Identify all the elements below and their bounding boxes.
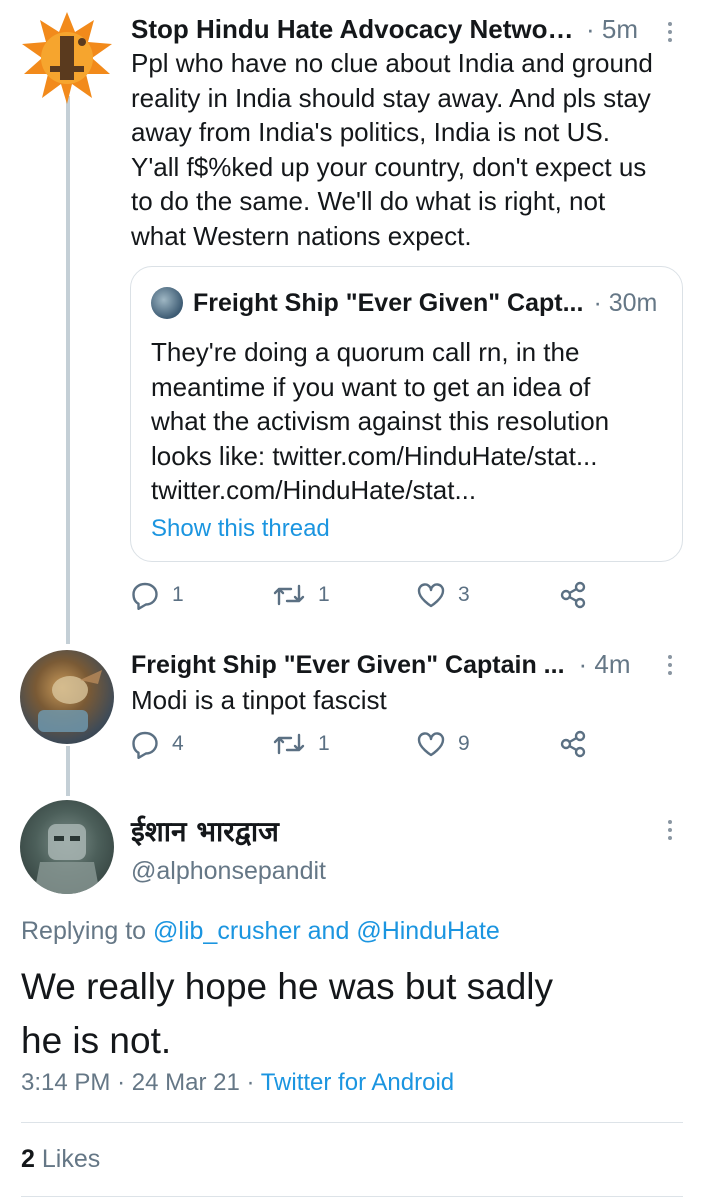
main-tweet-text-line: he is not. [21,1020,172,1061]
likes-count: 2 [21,1145,35,1173]
share-icon [560,581,586,609]
tweet1-text: Ppl who have no clue about India and gro… [131,46,653,253]
avatar-stop-hindu-hate[interactable] [20,10,114,104]
avatar-image [38,670,102,732]
tweet1-author-name[interactable]: Stop Hindu Hate Advocacy Networ... [131,14,576,45]
tweet2-timestamp[interactable]: · 4m [579,649,631,680]
retweet-icon [273,733,305,755]
tweet2-header: Freight Ship "Ever Given" Captain ... · … [131,649,661,680]
reply-mention-hinduhate[interactable]: @HinduHate [356,917,500,945]
quoted-tweet-avatar [151,287,183,319]
quoted-tweet-text-line: They're doing a quorum call rn, in the [151,337,580,367]
tweet1-header: Stop Hindu Hate Advocacy Networ... · 5m [131,14,661,45]
quoted-tweet-text: They're doing a quorum call rn, in the m… [151,335,609,508]
quoted-tweet-link[interactable]: twitter.com/HinduHate/stat... [151,473,609,508]
reply-button[interactable]: 4 [130,729,184,759]
retweet-button[interactable]: 1 [272,729,330,759]
divider [21,1196,683,1197]
quoted-tweet-header: Freight Ship "Ever Given" Capt... · 30m [151,287,657,319]
tweet2-text: Modi is a tinpot fascist [131,685,387,715]
quoted-tweet-text-line: what the activism against this resolutio… [151,406,610,436]
tweet1-text-line: to do the same. We'll do what is right, … [131,186,606,216]
tweet1-text-line: Ppl who have no clue about India and gro… [131,48,653,78]
show-this-thread-link[interactable]: Show this thread [151,515,330,543]
likes-summary[interactable]: 2 Likes [21,1145,100,1174]
tweet2-actions: 4 1 9 [130,729,690,769]
tweet1-more-icon[interactable] [666,22,674,42]
retweet-count: 1 [318,583,330,606]
tweet1-text-line: reality in India should stay away. And p… [131,82,651,113]
quoted-tweet-link[interactable]: looks like: twitter.com/HinduHate/stat..… [151,439,609,474]
quoted-tweet-timestamp: · 30m [593,288,658,317]
tweet-source-app[interactable]: Twitter for Android [261,1069,454,1096]
retweet-button[interactable]: 1 [272,580,330,610]
share-icon [560,730,586,758]
like-button[interactable]: 9 [416,729,470,759]
reply-icon [132,582,158,610]
like-button[interactable]: 3 [416,580,470,610]
main-author-handle[interactable]: @alphonsepandit [131,857,326,886]
share-button[interactable] [558,729,588,759]
reply-icon [132,731,158,759]
thread-line-lower [66,746,70,796]
divider [21,1122,683,1123]
reply-button[interactable]: 1 [130,580,184,610]
avatar-main-author[interactable] [20,800,114,894]
tweet-time: 3:14 PM [21,1069,111,1096]
main-tweet-text-line: We really hope he was but sadly [21,966,554,1007]
reply-count: 4 [172,732,184,755]
tweet2-author-name[interactable]: Freight Ship "Ever Given" Captain ... [131,651,565,680]
reply-mention-and[interactable]: and [308,917,350,945]
tweet1-actions: 1 1 3 [130,580,690,620]
tweet1-text-line: away from India's politics, India is not… [131,117,610,147]
avatar-image [34,824,100,894]
meta-separator: · [246,1069,255,1096]
replying-to-label: Replying to [21,917,147,945]
thread-line-upper [66,96,70,644]
tweet1-text-line: what Western nations expect. [131,220,472,251]
reply-mention-lib-crusher[interactable]: @lib_crusher [153,917,301,945]
main-author-name[interactable]: ईशान भारद्वाज [131,812,279,850]
meta-separator: · [117,1069,126,1096]
replying-to: Replying to @lib_crusher and @HinduHate [21,917,500,946]
tweet-meta: 3:14 PM · 24 Mar 21 · Twitter for Androi… [21,1069,454,1097]
share-button[interactable] [558,580,588,610]
quoted-tweet-text-line: meantime if you want to get an idea of [151,371,591,402]
like-icon [417,732,445,757]
reply-count: 1 [172,583,184,606]
retweet-icon [273,584,305,606]
main-tweet-text: We really hope he was but sadly he is no… [21,960,661,1068]
quoted-tweet-card[interactable]: Freight Ship "Ever Given" Capt... · 30m … [130,266,683,562]
like-count: 3 [458,583,470,606]
likes-label: Likes [41,1145,101,1173]
tweet2-more-icon[interactable] [666,655,674,675]
like-icon [417,583,445,608]
tweet1-text-line: Y'all f$%ked up your country, don't expe… [131,151,647,182]
retweet-count: 1 [318,732,330,755]
like-count: 9 [458,732,470,755]
quoted-tweet-author-name: Freight Ship "Ever Given" Capt... [193,288,584,317]
avatar-freight-ship-captain[interactable] [20,650,114,744]
tweet1-timestamp[interactable]: · 5m [586,14,638,45]
main-tweet-more-icon[interactable] [666,820,674,840]
flame-logo-icon [22,12,112,104]
tweet-date: 24 Mar 21 [131,1069,240,1096]
